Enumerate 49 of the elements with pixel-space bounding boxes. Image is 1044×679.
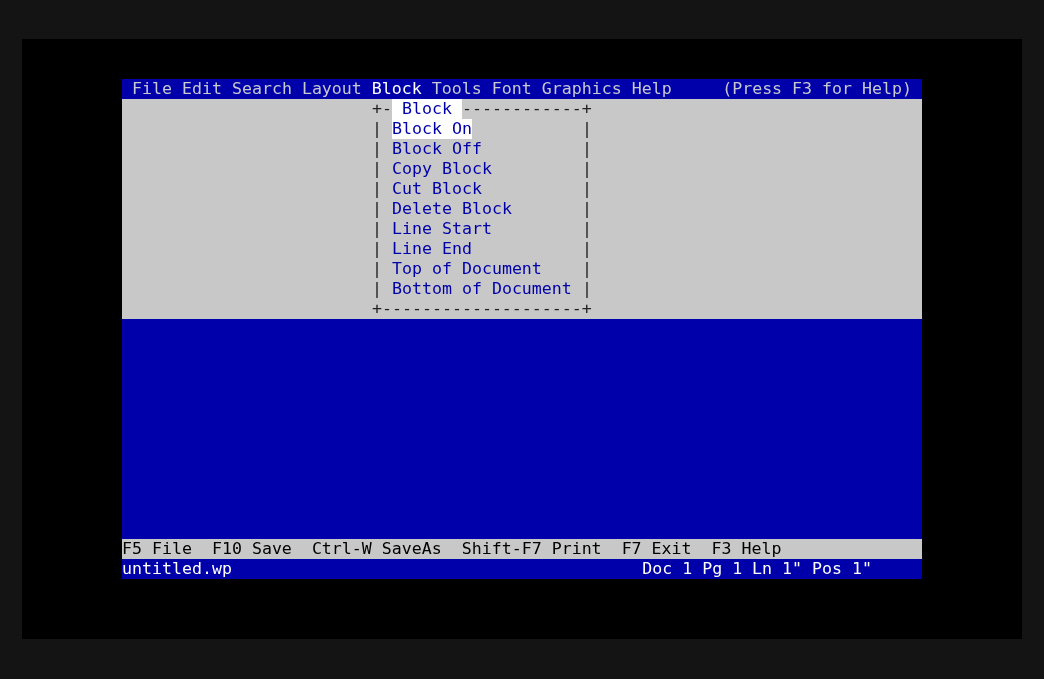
menu-border: | xyxy=(372,119,382,139)
menu-item[interactable]: Font xyxy=(491,79,532,99)
menu-item[interactable]: Layout xyxy=(301,79,362,99)
menu-border: | xyxy=(582,219,592,239)
menu-border: | xyxy=(372,259,382,279)
menu-border: | xyxy=(582,159,592,179)
menu-option[interactable]: Delete Block xyxy=(392,199,512,219)
menu-title: Block xyxy=(392,99,462,119)
function-key-hint: F7 Exit xyxy=(621,539,692,559)
help-hint: (Press F3 for Help) xyxy=(722,79,912,99)
function-key-hint: Ctrl-W SaveAs xyxy=(311,539,442,559)
cursor-position: Doc 1 Pg 1 Ln 1" Pos 1" xyxy=(642,559,872,579)
menu-item[interactable]: Tools xyxy=(431,79,482,99)
menu-border: +--------------------+ xyxy=(372,299,592,319)
menu-item[interactable]: Search xyxy=(231,79,292,99)
menu-border: | xyxy=(582,259,592,279)
menu-item[interactable]: Help xyxy=(631,79,672,99)
menu-option[interactable]: Cut Block xyxy=(392,179,482,199)
menu-border: | xyxy=(582,179,592,199)
menu-border: +- xyxy=(372,99,392,119)
function-key-hint: F5 File xyxy=(122,539,192,559)
menu-border: | xyxy=(582,139,592,159)
menu-border: | xyxy=(372,239,382,259)
menu-option[interactable]: Copy Block xyxy=(392,159,492,179)
menu-border: | xyxy=(372,179,382,199)
menu-option[interactable]: Block Off xyxy=(392,139,482,159)
menu-border: | xyxy=(582,199,592,219)
menu-border: | xyxy=(582,119,592,139)
menu-border: | xyxy=(372,279,382,299)
file-name: untitled.wp xyxy=(122,559,232,579)
menu-item[interactable]: Block xyxy=(371,79,422,99)
function-key-hint: F10 Save xyxy=(211,539,292,559)
menu-border: | xyxy=(582,279,592,299)
menu-option[interactable]: Line End xyxy=(392,239,472,259)
menu-border: | xyxy=(582,239,592,259)
menu-option[interactable]: Top of Document xyxy=(392,259,542,279)
menu-item[interactable]: Graphics xyxy=(541,79,622,99)
function-key-hint: F3 Help xyxy=(711,539,782,559)
menu-border: | xyxy=(372,159,382,179)
menu-border: | xyxy=(372,219,382,239)
menu-option[interactable]: Line Start xyxy=(392,219,492,239)
menu-border: ------------+ xyxy=(461,99,592,119)
menu-border: | xyxy=(372,199,382,219)
menu-option[interactable]: Block On xyxy=(392,119,472,139)
menu-item[interactable]: Edit xyxy=(181,79,222,99)
menu-border: | xyxy=(372,139,382,159)
menu-item[interactable]: File xyxy=(132,79,172,99)
function-key-hint: Shift-F7 Print xyxy=(461,539,602,559)
menu-option[interactable]: Bottom of Document xyxy=(392,279,572,299)
